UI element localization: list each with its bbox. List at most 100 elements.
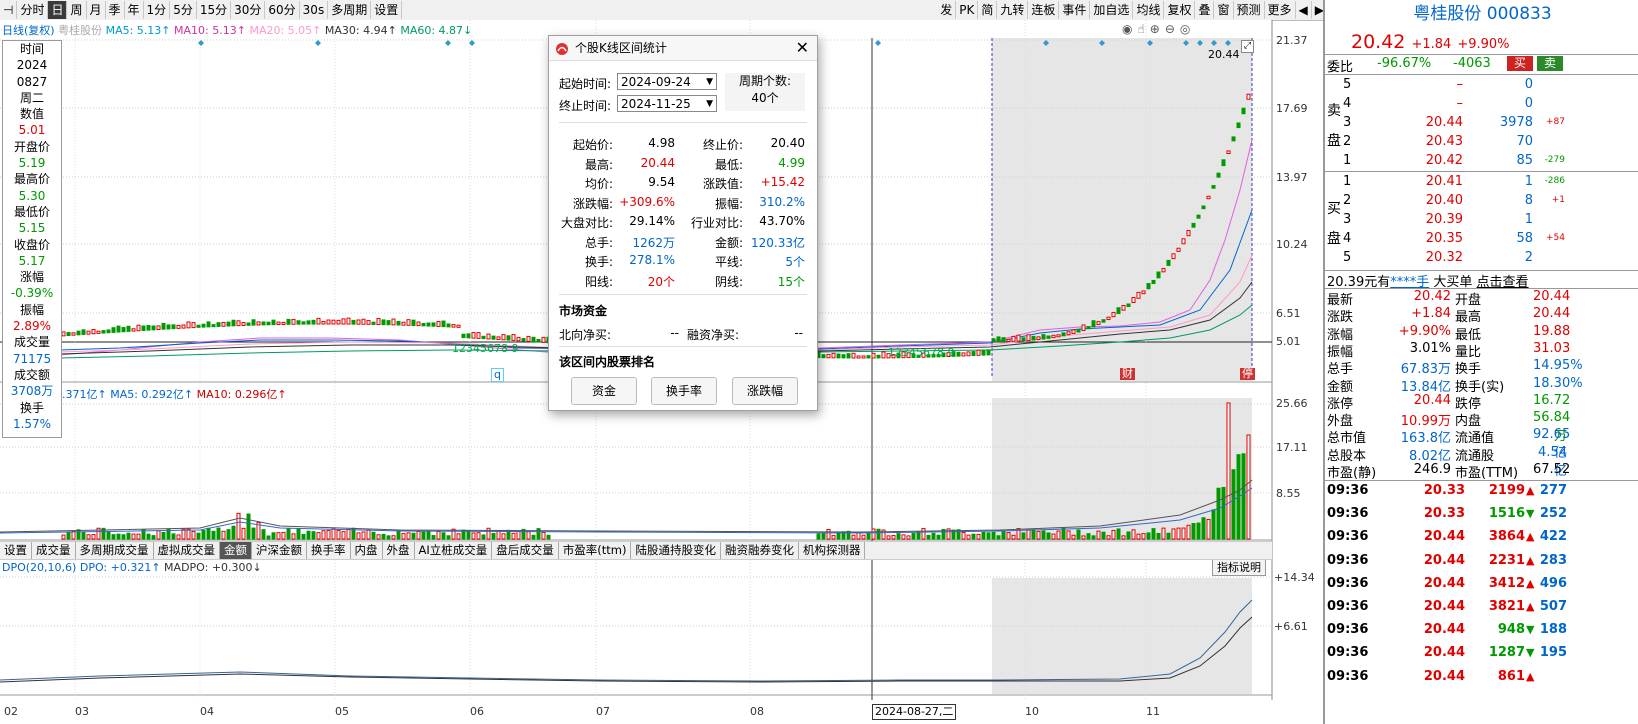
volume-bar bbox=[441, 532, 446, 540]
restore-icon[interactable]: ⤢ bbox=[1241, 40, 1254, 53]
period-tab[interactable]: 设置 bbox=[371, 1, 403, 19]
period-tab[interactable]: 1分 bbox=[144, 1, 171, 19]
eye-icon[interactable]: ◉ bbox=[1122, 22, 1137, 36]
buy-button[interactable]: 买 bbox=[1507, 56, 1533, 71]
indicator-tab[interactable]: 融资融券变化 bbox=[721, 542, 799, 559]
order-book-row[interactable]: 4 – 0 bbox=[1325, 94, 1638, 113]
chart-tools[interactable]: ◉☝⊕⊖◎ bbox=[1122, 22, 1195, 36]
arrow-left-icon[interactable]: ◀ bbox=[1296, 1, 1312, 19]
toolbar-action[interactable]: 连板 bbox=[1028, 1, 1060, 19]
indicator-tab[interactable]: 内盘 bbox=[351, 542, 383, 559]
order-book-row[interactable]: 1 20.42 85 -279 bbox=[1325, 151, 1638, 170]
indicator-tab[interactable]: 外盘 bbox=[383, 542, 415, 559]
indicator-tab[interactable]: 换手率 bbox=[307, 542, 351, 559]
period-tab[interactable]: 年 bbox=[125, 1, 144, 19]
indicator-tab[interactable]: 机构探测器 bbox=[799, 542, 866, 559]
rank-change-button[interactable]: 涨跌幅 bbox=[732, 377, 798, 405]
toolbar-menu-icon[interactable]: ⊣ bbox=[0, 1, 18, 19]
month-label: 08 bbox=[750, 705, 764, 718]
volume-bar bbox=[531, 534, 536, 540]
indicator-tab[interactable]: 成交量 bbox=[32, 542, 76, 559]
toolbar-action[interactable]: 加自选 bbox=[1090, 1, 1134, 19]
quote-label: 最低 bbox=[1455, 327, 1482, 343]
candle bbox=[1071, 329, 1076, 334]
candle bbox=[356, 319, 361, 325]
toolbar-action[interactable]: 均线 bbox=[1133, 1, 1165, 19]
indicator-tab[interactable]: 金额 bbox=[220, 542, 252, 559]
toolbar-action[interactable]: 复权 bbox=[1164, 1, 1196, 19]
volume-bar bbox=[1021, 532, 1026, 540]
hand-icon[interactable]: ☝ bbox=[1137, 22, 1149, 36]
period-tab[interactable]: 5分 bbox=[170, 1, 197, 19]
order-book-row[interactable]: 2 20.43 70 bbox=[1325, 132, 1638, 151]
candle bbox=[376, 318, 381, 326]
volume-bar bbox=[976, 533, 981, 540]
order-book-row[interactable]: 3 20.39 1 bbox=[1325, 210, 1638, 229]
order-book-row[interactable]: 5 – 0 bbox=[1325, 75, 1638, 94]
period-tab[interactable]: 周 bbox=[67, 1, 87, 19]
stat-label: 大盘对比: bbox=[560, 216, 613, 230]
order-book-row[interactable]: 5 20.32 2 bbox=[1325, 248, 1638, 267]
close-icon[interactable]: ✕ bbox=[796, 36, 809, 60]
period-tab[interactable]: 60分 bbox=[265, 1, 300, 19]
period-tab[interactable]: 15分 bbox=[197, 1, 232, 19]
toolbar-action[interactable]: 九转 bbox=[997, 1, 1029, 19]
indicator-help-button[interactable]: 指标说明 bbox=[1212, 559, 1266, 576]
volume-bar bbox=[136, 533, 141, 540]
order-book-row[interactable]: 3 20.44 3978 +87 bbox=[1325, 113, 1638, 132]
candle bbox=[386, 320, 391, 326]
quote-value: 31.03 bbox=[1533, 340, 1571, 356]
candle bbox=[1146, 283, 1151, 290]
toolbar-action[interactable]: 预测 bbox=[1234, 1, 1265, 19]
indicator-tab[interactable]: AI立桩成交量 bbox=[415, 542, 493, 559]
candle bbox=[241, 322, 246, 326]
quote-label: 流通股 bbox=[1455, 448, 1495, 464]
toolbar-action[interactable]: 窗 bbox=[1214, 1, 1234, 19]
period-tab[interactable]: 30分 bbox=[231, 1, 266, 19]
stat-value: 9.54 bbox=[648, 175, 675, 189]
indicator-tab[interactable]: 虚拟成交量 bbox=[154, 542, 220, 559]
rank-capital-button[interactable]: 资金 bbox=[571, 377, 637, 405]
order-book-row[interactable]: 2 20.40 8 +1 bbox=[1325, 191, 1638, 210]
scroll-icon[interactable]: ◎ bbox=[1180, 22, 1195, 36]
toolbar-action[interactable]: 更多 bbox=[1265, 1, 1296, 19]
rank-turnover-button[interactable]: 换手率 bbox=[651, 377, 717, 405]
indicator-tab[interactable]: 市盈率(ttm) bbox=[559, 542, 632, 559]
period-tab[interactable]: 季 bbox=[106, 1, 125, 19]
toolbar-action[interactable]: 发 bbox=[937, 1, 957, 19]
period-tab[interactable]: 多周期 bbox=[328, 1, 372, 19]
toolbar-action[interactable]: 叠 bbox=[1195, 1, 1215, 19]
stat-value: 20.40 bbox=[770, 136, 805, 150]
event-marker-q[interactable]: q bbox=[491, 368, 504, 382]
candle bbox=[116, 325, 121, 333]
event-marker-suspend[interactable]: 停 bbox=[1240, 368, 1255, 380]
period-tab[interactable]: 月 bbox=[87, 1, 106, 19]
order-book-row[interactable]: 1 20.41 1 -286 bbox=[1325, 172, 1638, 191]
indicator-tab[interactable]: 设置 bbox=[0, 542, 32, 559]
sell-button[interactable]: 卖 bbox=[1537, 56, 1563, 71]
toolbar-action[interactable]: 事件 bbox=[1059, 1, 1091, 19]
indicator-tab[interactable]: 多周期成交量 bbox=[76, 542, 154, 559]
level-price: 20.40 bbox=[1425, 193, 1463, 208]
indicator-tab[interactable]: 盘后成交量 bbox=[492, 542, 559, 559]
candle bbox=[396, 320, 401, 326]
toolbar-action[interactable]: PK bbox=[956, 1, 979, 19]
candle bbox=[1211, 185, 1216, 189]
end-time-select[interactable]: 2024-11-25 ▼ bbox=[617, 95, 717, 112]
order-book-row[interactable]: 4 20.35 58 +54 bbox=[1325, 229, 1638, 248]
volume-bar bbox=[396, 530, 401, 540]
candle bbox=[1201, 205, 1206, 210]
zoom-out-icon[interactable]: ⊖ bbox=[1165, 22, 1180, 36]
toolbar-action[interactable]: 简 bbox=[978, 1, 998, 19]
stat-value: +309.6% bbox=[619, 194, 675, 209]
period-tab[interactable]: 30s bbox=[300, 1, 329, 19]
indicator-tab[interactable]: 陆股通持股变化 bbox=[631, 542, 721, 559]
start-time-select[interactable]: 2024-09-24 ▼ bbox=[617, 73, 717, 90]
period-tab[interactable]: 日 bbox=[48, 1, 68, 19]
period-tab[interactable]: 分时 bbox=[17, 1, 49, 19]
candle bbox=[1116, 307, 1121, 315]
indicator-tab[interactable]: 沪深金额 bbox=[252, 542, 307, 559]
latest-price-marker: 20.44 bbox=[1208, 48, 1240, 61]
zoom-in-icon[interactable]: ⊕ bbox=[1150, 22, 1165, 36]
event-marker-finance[interactable]: 财 bbox=[1120, 368, 1135, 380]
